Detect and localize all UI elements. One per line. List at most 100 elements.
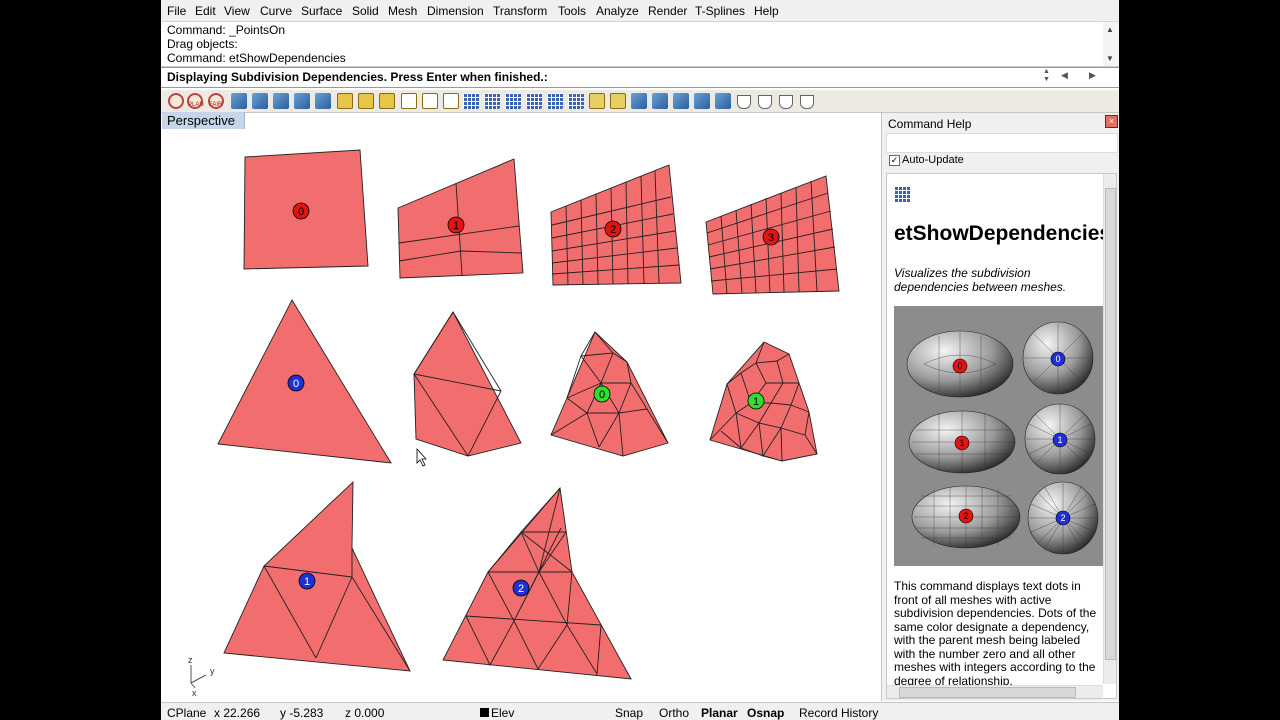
grid-tool-icon[interactable] xyxy=(463,93,479,109)
menu-curve[interactable]: Curve xyxy=(260,4,292,18)
dot-label: 1 xyxy=(1057,435,1062,445)
mesh-triangle-sub-5[interactable] xyxy=(442,486,632,680)
scroll-down-icon[interactable]: ▼ xyxy=(1106,54,1114,63)
surface-tool-icon[interactable] xyxy=(673,93,689,109)
select-tool-icon[interactable] xyxy=(422,93,438,109)
record-history-toggle[interactable]: Record History xyxy=(799,706,878,720)
spin-up-icon[interactable]: ▲ xyxy=(1043,68,1050,75)
viewport-tab-perspective[interactable]: Perspective xyxy=(162,112,245,129)
menu-transform[interactable]: Transform xyxy=(493,4,547,18)
status-z-coord: z 0.000 xyxy=(345,706,385,720)
scrollbar-thumb[interactable] xyxy=(899,687,1076,698)
layer-color-swatch[interactable] xyxy=(480,708,489,717)
menu-edit[interactable]: Edit xyxy=(195,4,216,18)
grid-tool-icon[interactable] xyxy=(505,93,521,109)
scroll-right-icon[interactable]: ▶ xyxy=(1089,70,1096,81)
surface-tool-icon[interactable] xyxy=(631,93,647,109)
measure-tool-icon[interactable] xyxy=(610,93,626,109)
command-history-line: Command: etShowDependencies xyxy=(167,51,346,65)
curve-tool-icon[interactable] xyxy=(168,93,184,109)
surface-tool-icon[interactable] xyxy=(652,93,668,109)
planar-toggle[interactable]: Planar xyxy=(701,706,738,720)
snap-toggle[interactable]: Snap xyxy=(615,706,643,720)
dot-label: 0 xyxy=(599,389,605,401)
grid-tool-icon[interactable] xyxy=(526,93,542,109)
dot-label: 0 xyxy=(298,206,304,218)
scrollbar-thumb[interactable] xyxy=(1105,188,1116,660)
menu-mesh[interactable]: Mesh xyxy=(388,4,417,18)
menu-solid[interactable]: Solid xyxy=(352,4,379,18)
viewport-canvas: 0 1 2 3 0 0 1 1 2 z y x xyxy=(188,149,840,698)
dot-label: 0 xyxy=(293,378,299,390)
bucket-tool-icon[interactable] xyxy=(737,95,751,109)
command-history-line: Command: _PointsOn xyxy=(167,23,286,37)
select-tool-icon[interactable] xyxy=(401,93,417,109)
menu-render[interactable]: Render xyxy=(648,4,687,18)
spin-down-icon[interactable]: ▼ xyxy=(1043,76,1050,83)
menu-file[interactable]: File xyxy=(167,4,186,18)
auto-update-label: Auto-Update xyxy=(902,154,964,166)
menu-help[interactable]: Help xyxy=(754,4,779,18)
surface-tool-icon[interactable] xyxy=(315,93,331,109)
help-search-field[interactable] xyxy=(886,133,1118,153)
perspective-viewport[interactable]: 0 1 2 3 0 0 1 1 2 z y x xyxy=(161,113,879,701)
surface-tool-icon[interactable] xyxy=(294,93,310,109)
grid-tool-icon[interactable] xyxy=(484,93,500,109)
axis-widget-icon xyxy=(190,665,207,689)
measure-tool-icon[interactable] xyxy=(589,93,605,109)
menu-tsplines[interactable]: T-Splines xyxy=(695,4,745,18)
menu-view[interactable]: View xyxy=(224,4,250,18)
mesh-triangle-large[interactable] xyxy=(217,299,392,464)
command-history-scrollbar[interactable]: ▲ ▼ xyxy=(1103,22,1119,66)
dot-label: 2 xyxy=(518,583,524,595)
axis-x-label: x xyxy=(192,688,197,698)
scroll-up-icon[interactable]: ▲ xyxy=(1106,25,1114,34)
surface-tool-icon[interactable] xyxy=(694,93,710,109)
mesh-triangle-sub-1[interactable] xyxy=(413,311,522,457)
surface-tool-icon[interactable] xyxy=(252,93,268,109)
menu-tools[interactable]: Tools xyxy=(558,4,586,18)
close-icon[interactable]: × xyxy=(1105,115,1118,128)
grid-tool-icon[interactable] xyxy=(547,93,563,109)
ortho-toggle[interactable]: Ortho xyxy=(659,706,689,720)
help-horizontal-scrollbar[interactable] xyxy=(887,685,1103,698)
osnap-toggle[interactable]: Osnap xyxy=(747,706,784,720)
help-illustration: 0 0 1 1 2 2 xyxy=(894,306,1105,566)
dot-label: 2 xyxy=(963,511,968,521)
menu-analyze[interactable]: Analyze xyxy=(596,4,639,18)
bucket-tool-icon[interactable] xyxy=(758,95,772,109)
surface-tool-icon[interactable] xyxy=(715,93,731,109)
help-vertical-scrollbar[interactable] xyxy=(1103,174,1116,684)
dot-label: 0 xyxy=(1055,354,1060,364)
tsplines-toolbar: PLAN FAIR xyxy=(161,90,1119,113)
box-tool-icon[interactable] xyxy=(379,93,395,109)
help-description: This command displays text dots in front… xyxy=(894,579,1097,688)
help-command-name: etShowDependencies xyxy=(894,222,1112,245)
dot-label: 1 xyxy=(959,438,964,448)
status-bar: CPlane x 22.266 y -5.283 z 0.000 Elev Sn… xyxy=(161,702,1119,720)
command-help-panel: Command Help × ✓ Auto-Update etShowDepen… xyxy=(881,113,1119,701)
select-tool-icon[interactable] xyxy=(443,93,459,109)
grid-tool-icon[interactable] xyxy=(568,93,584,109)
command-prompt[interactable]: Displaying Subdivision Dependencies. Pre… xyxy=(161,67,1119,88)
box-tool-icon[interactable] xyxy=(358,93,374,109)
fair-label: FAIR xyxy=(209,102,223,108)
menu-dimension[interactable]: Dimension xyxy=(427,4,484,18)
status-cplane: CPlane xyxy=(167,706,207,720)
help-summary: Visualizes the subdivision dependencies … xyxy=(894,266,1067,294)
box-tool-icon[interactable] xyxy=(337,93,353,109)
dot-label: 1 xyxy=(453,220,459,232)
bucket-tool-icon[interactable] xyxy=(800,95,814,109)
surface-tool-icon[interactable] xyxy=(231,93,247,109)
command-icon xyxy=(894,186,910,202)
bucket-tool-icon[interactable] xyxy=(779,95,793,109)
auto-update-checkbox[interactable]: ✓ xyxy=(889,155,900,166)
status-elev[interactable]: Elev xyxy=(491,706,514,720)
dot-label: 3 xyxy=(768,232,774,244)
viewport-title: Perspective xyxy=(167,113,235,128)
mesh-triangle-sub-4[interactable] xyxy=(223,480,411,672)
menu-surface[interactable]: Surface xyxy=(301,4,342,18)
scroll-left-icon[interactable]: ◀ xyxy=(1061,70,1068,81)
surface-tool-icon[interactable] xyxy=(273,93,289,109)
status-y-coord: y -5.283 xyxy=(280,706,324,720)
